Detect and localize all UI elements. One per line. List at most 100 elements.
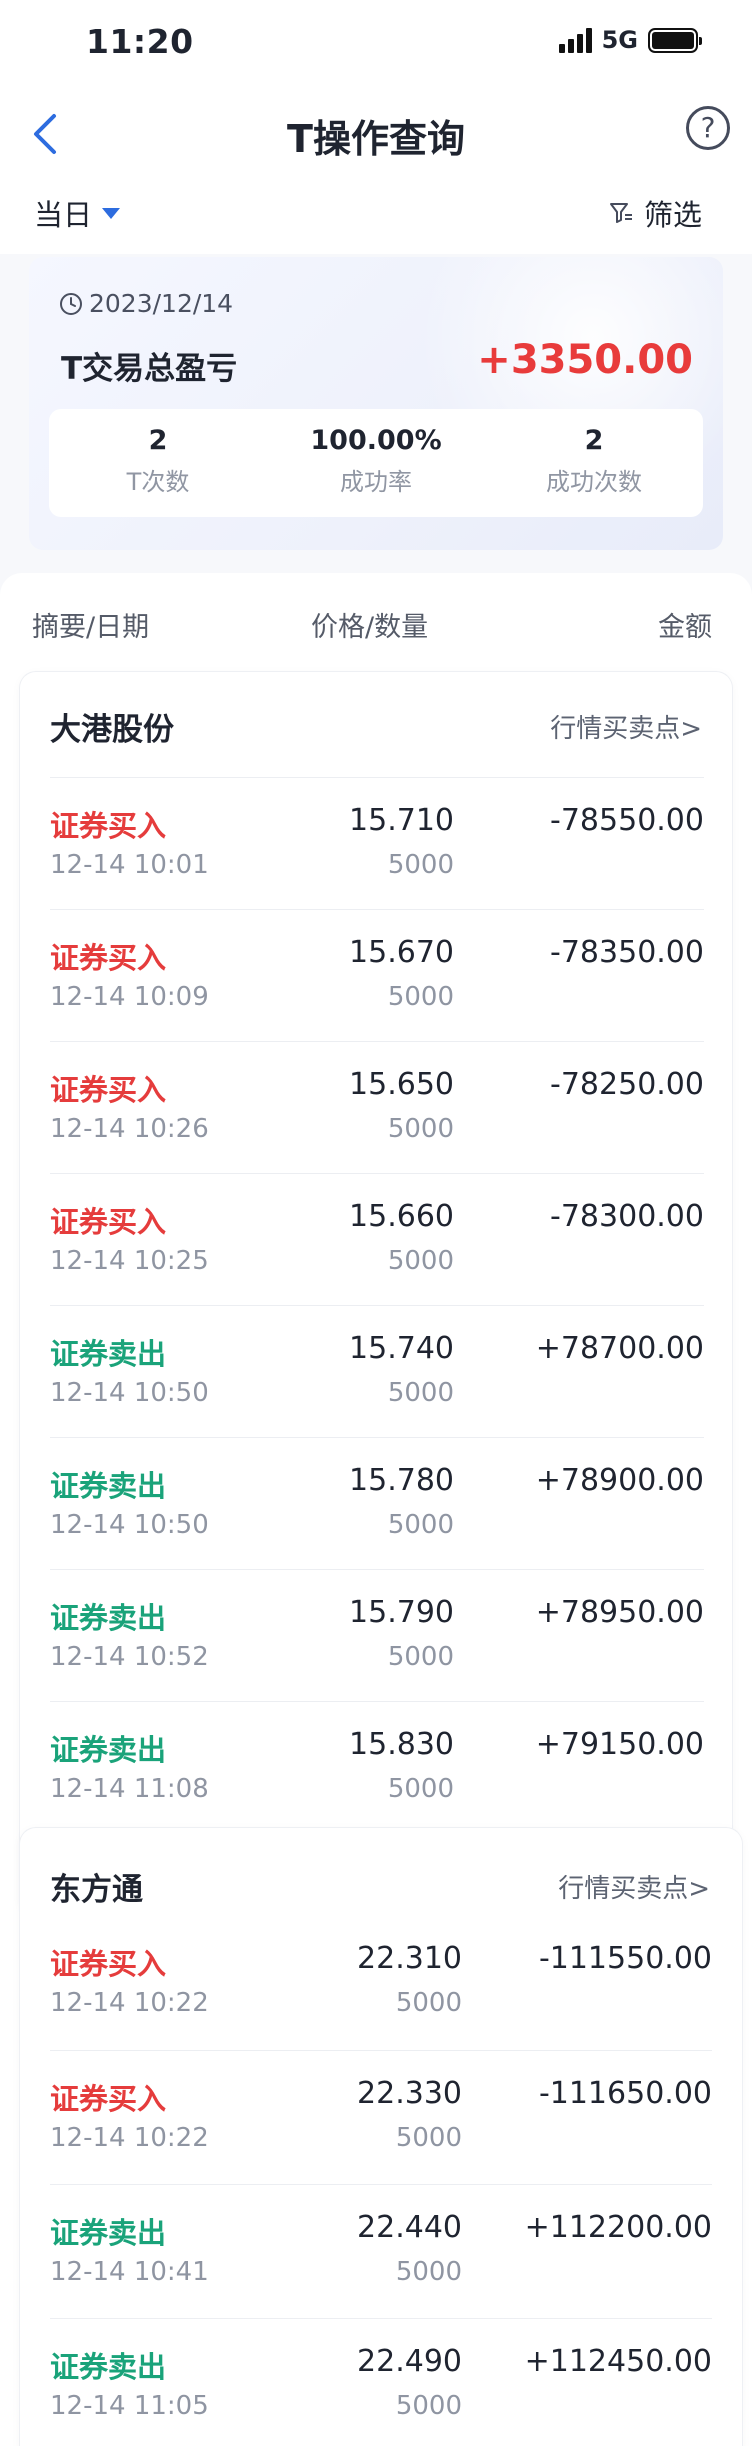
trade-price: 22.440: [357, 2210, 462, 2245]
stat-success-count: 2 成功次数: [485, 409, 703, 517]
header-amount: 金额: [658, 612, 712, 643]
trade-amount: -78350.00: [550, 935, 704, 970]
filter-row: 当日 筛选: [0, 188, 752, 254]
stat-t-count: 2 T次数: [49, 409, 267, 517]
trade-time: 12-14 10:50: [50, 1510, 209, 1540]
stock-card-dagang: 大港股份 行情买卖点> 证券买入 12-14 10:01 15.710 5000…: [20, 672, 732, 1913]
trade-amount: -78300.00: [550, 1199, 704, 1234]
stat-label: T次数: [126, 468, 190, 496]
trade-price: 15.670: [349, 935, 454, 970]
trade-row[interactable]: 证券卖出 12-14 11:05 22.490 5000 +112450.00: [50, 2318, 712, 2446]
network-type: 5G: [601, 26, 638, 54]
trade-qty: 5000: [395, 2123, 462, 2153]
trade-qty: 5000: [387, 982, 454, 1012]
stats-box: 2 T次数 100.00% 成功率 2 成功次数: [49, 409, 703, 517]
trade-qty: 5000: [395, 2391, 462, 2421]
trade-price: 15.660: [349, 1199, 454, 1234]
trade-price: 22.330: [357, 2076, 462, 2111]
trade-row[interactable]: 证券买入 12-14 10:09 15.670 5000 -78350.00: [50, 909, 704, 1041]
market-points-link[interactable]: 行情买卖点>: [558, 1868, 710, 1905]
trade-row[interactable]: 证券买入 12-14 10:26 15.650 5000 -78250.00: [50, 1041, 704, 1173]
stat-value: 2: [584, 425, 604, 456]
trade-amount: +78900.00: [535, 1463, 704, 1498]
trade-type: 证券卖出: [50, 1601, 167, 1635]
filter-button[interactable]: 筛选: [608, 192, 702, 234]
trade-type: 证券卖出: [50, 2350, 167, 2384]
trade-qty: 5000: [387, 1246, 454, 1276]
caret-down-icon: [102, 207, 121, 219]
total-pnl-value: +3350.00: [477, 337, 693, 383]
status-bar: 11:20 5G: [0, 0, 752, 88]
trade-price: 15.740: [349, 1331, 454, 1366]
trade-type: 证券买入: [50, 1205, 167, 1239]
stock-header: 东方通 行情买卖点>: [20, 1828, 742, 1916]
trade-time: 12-14 10:41: [50, 2257, 209, 2287]
trade-qty: 5000: [395, 2257, 462, 2287]
trade-row[interactable]: 证券卖出 12-14 10:50 15.780 5000 +78900.00: [50, 1437, 704, 1569]
stock-header: 大港股份 行情买卖点>: [20, 672, 732, 777]
trade-qty: 5000: [387, 850, 454, 880]
total-pnl-label: T交易总盈亏: [61, 351, 238, 387]
trade-row[interactable]: 证券买入 12-14 10:01 15.710 5000 -78550.00: [50, 777, 704, 909]
trade-time: 12-14 10:22: [50, 2123, 209, 2153]
market-points-link[interactable]: 行情买卖点>: [550, 708, 702, 745]
stat-success-rate: 100.00% 成功率: [267, 409, 485, 517]
stat-label: 成功率: [340, 468, 412, 496]
trade-type: 证券卖出: [50, 1337, 167, 1371]
trade-qty: 5000: [387, 1774, 454, 1804]
stock-name: 东方通: [50, 1872, 143, 1908]
trade-price: 22.490: [357, 2344, 462, 2379]
trade-type: 证券卖出: [50, 1469, 167, 1503]
trade-amount: -78550.00: [550, 803, 704, 838]
trade-qty: 5000: [395, 1988, 462, 2018]
page-title: T操作查询: [287, 117, 465, 161]
list-header: 摘要/日期 价格/数量 金额: [0, 573, 752, 665]
trade-row[interactable]: 证券卖出 12-14 10:50 15.740 5000 +78700.00: [50, 1305, 704, 1437]
trade-type: 证券买入: [50, 941, 167, 975]
status-indicators: 5G: [558, 26, 702, 54]
nav-bar: T操作查询 ?: [0, 88, 752, 188]
trade-qty: 5000: [387, 1378, 454, 1408]
trade-type: 证券买入: [50, 809, 167, 843]
trade-amount: +78950.00: [535, 1595, 704, 1630]
summary-date-text: 2023/12/14: [89, 289, 234, 318]
header-price-qty: 价格/数量: [311, 612, 429, 643]
stat-label: 成功次数: [546, 468, 642, 496]
trade-row[interactable]: 证券买入 12-14 10:22 22.310 5000 -111550.00: [50, 1916, 712, 2050]
trade-time: 12-14 10:26: [50, 1114, 209, 1144]
period-dropdown[interactable]: 当日: [34, 192, 121, 234]
trade-list: 摘要/日期 价格/数量 金额 大港股份 行情买卖点> 证券买入 12-14 10…: [0, 573, 752, 2446]
header-summary-date: 摘要/日期: [32, 612, 150, 643]
trade-qty: 5000: [387, 1510, 454, 1540]
trade-type: 证券买入: [50, 2082, 167, 2116]
trade-time: 12-14 10:22: [50, 1988, 209, 2018]
trade-row[interactable]: 证券买入 12-14 10:22 22.330 5000 -111650.00: [50, 2050, 712, 2184]
trade-time: 12-14 10:01: [50, 850, 209, 880]
trade-amount: -78250.00: [550, 1067, 704, 1102]
trade-price: 15.780: [349, 1463, 454, 1498]
trade-amount: +112450.00: [524, 2344, 712, 2379]
funnel-icon: [609, 203, 632, 223]
stock-name: 大港股份: [50, 712, 174, 748]
trade-type: 证券卖出: [50, 2216, 167, 2250]
signal-icon: [558, 27, 592, 53]
trade-row[interactable]: 证券卖出 12-14 10:41 22.440 5000 +112200.00: [50, 2184, 712, 2318]
stat-value: 2: [148, 425, 168, 456]
trade-row[interactable]: 证券卖出 12-14 10:52 15.790 5000 +78950.00: [50, 1569, 704, 1701]
summary-card: 2023/12/14 T交易总盈亏 +3350.00 2 T次数 100.00%…: [29, 257, 723, 550]
trade-row[interactable]: 证券买入 12-14 10:25 15.660 5000 -78300.00: [50, 1173, 704, 1305]
trade-row[interactable]: 证券卖出 12-14 11:08 15.830 5000 +79150.00: [50, 1701, 704, 1833]
trade-qty: 5000: [387, 1642, 454, 1672]
clock-icon: [60, 292, 82, 315]
battery-icon: [648, 27, 702, 53]
trade-price: 15.710: [349, 803, 454, 838]
filter-label: 筛选: [643, 198, 702, 232]
trade-time: 12-14 10:50: [50, 1378, 209, 1408]
help-question-icon[interactable]: ?: [686, 106, 730, 150]
trade-time: 12-14 10:25: [50, 1246, 209, 1276]
trade-time: 12-14 11:05: [50, 2391, 209, 2421]
summary-date: 2023/12/14: [59, 289, 233, 318]
trade-type: 证券买入: [50, 1073, 167, 1107]
trade-time: 12-14 10:52: [50, 1642, 209, 1672]
trade-amount: +112200.00: [524, 2210, 712, 2245]
